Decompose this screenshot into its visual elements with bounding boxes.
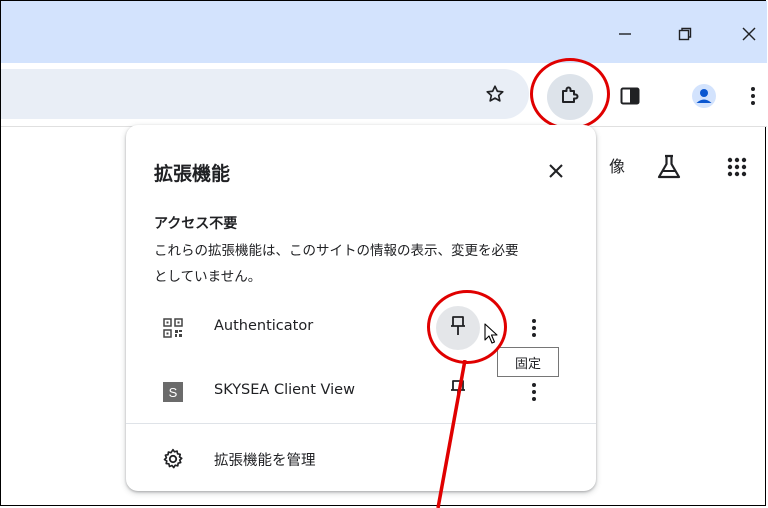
side-panel-icon[interactable] [615,81,645,111]
gear-icon [162,448,184,470]
minimize-icon[interactable] [605,21,645,47]
kebab-menu-icon[interactable] [743,81,763,111]
profile-avatar[interactable] [689,81,719,111]
address-bar[interactable] [1,69,529,119]
extension-name: SKYSEA Client View [214,382,355,398]
extension-name: Authenticator [214,318,314,334]
manage-extensions-label: 拡張機能を管理 [214,453,316,469]
s-letter-icon: S [162,381,184,403]
star-bookmark-icon[interactable] [481,82,509,106]
qr-code-icon [162,317,184,339]
popup-title: 拡張機能 [154,163,231,185]
section-heading: アクセス不要 [154,216,238,232]
title-bar [1,1,767,63]
browser-toolbar [1,63,767,127]
pin-tooltip: 固定 [497,347,559,377]
section-description: これらの拡張機能は、このサイトの情報の表示、変更を必要 としていません。 [154,238,574,290]
pin-button-authenticator[interactable] [436,306,480,350]
pin-icon [449,315,467,341]
more-options-icon[interactable] [514,306,554,350]
close-icon[interactable] [536,151,576,191]
mouse-cursor-icon [484,323,498,349]
divider [126,423,596,424]
puzzle-icon [558,83,582,111]
labs-flask-icon[interactable] [652,150,686,184]
close-window-icon[interactable] [729,21,768,47]
apps-grid-icon[interactable] [722,150,752,184]
extensions-button[interactable] [547,74,593,120]
manage-extensions-button[interactable]: 拡張機能を管理 [126,437,596,481]
section-description-line: としていません。 [154,269,262,285]
section-description-line: これらの拡張機能は、このサイトの情報の表示、変更を必要 [154,243,519,259]
extensions-popup: 拡張機能 アクセス不要 これらの拡張機能は、このサイトの情報の表示、変更を必要 … [126,125,596,491]
background-partial-text: 像 [608,157,625,176]
annotation-arrow-line [436,360,467,508]
restore-icon[interactable] [665,21,705,47]
